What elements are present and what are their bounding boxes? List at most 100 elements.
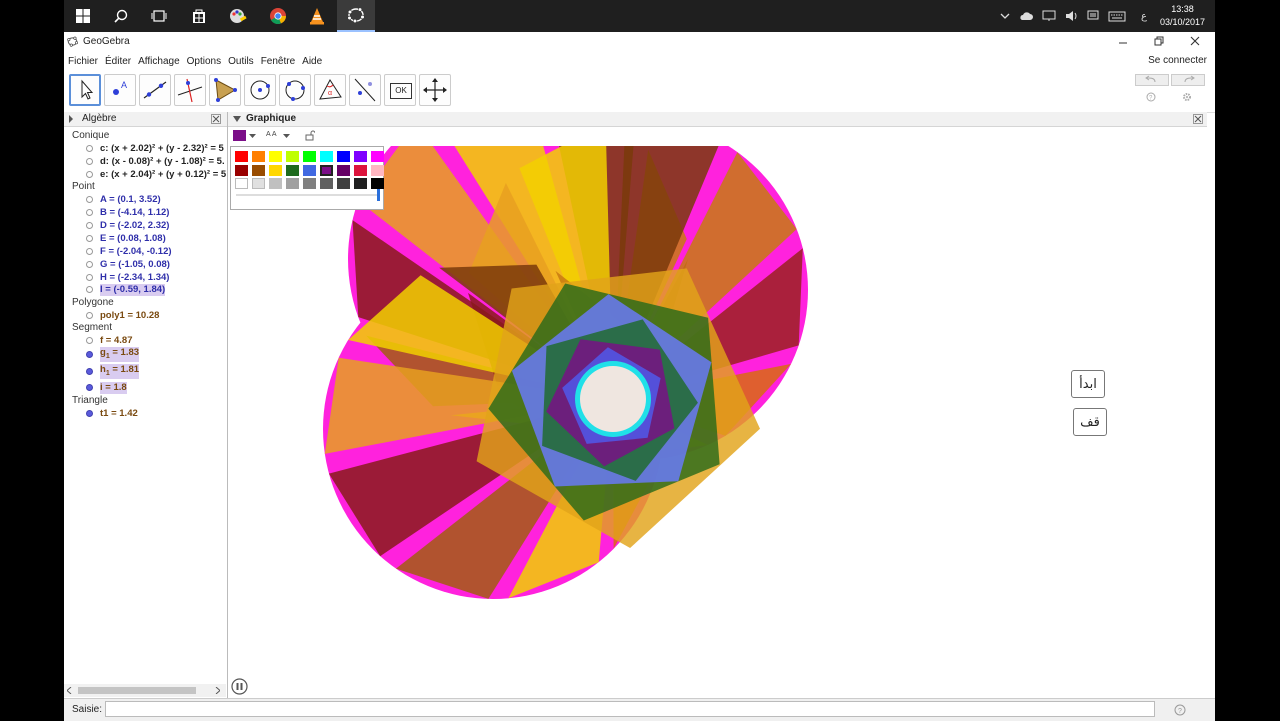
list-item-segment-g1[interactable]: g1 = 1.83 — [86, 347, 226, 362]
list-item-point-h[interactable]: H = (-2.34, 1.34) — [86, 272, 226, 284]
visibility-toggle[interactable] — [86, 384, 93, 391]
list-item-point-f[interactable]: F = (-2.04, -0.12) — [86, 246, 226, 258]
minimize-icon[interactable] — [1118, 38, 1128, 48]
visibility-toggle[interactable] — [86, 337, 93, 344]
list-item-triangle-t1[interactable]: t1 = 1.42 — [86, 408, 226, 420]
cloud-icon[interactable] — [1019, 11, 1033, 21]
list-item-point-b[interactable]: B = (-4.14, 1.12) — [86, 207, 226, 219]
category-conique[interactable]: Conique — [72, 130, 109, 141]
paint-app-icon[interactable] — [219, 0, 257, 32]
list-item-conic-e[interactable]: e: (x + 2.04)² + (y + 0.12)² = 5 — [86, 169, 226, 181]
settings-gear-icon[interactable] — [1182, 92, 1192, 102]
search-icon[interactable] — [102, 0, 140, 32]
color-swatch[interactable] — [320, 164, 333, 176]
color-swatch[interactable] — [252, 178, 265, 189]
list-item-point-g[interactable]: G = (-1.05, 0.08) — [86, 259, 226, 271]
color-swatch[interactable] — [269, 164, 282, 176]
color-swatch[interactable] — [371, 151, 384, 162]
tool-slider[interactable]: OK — [384, 74, 416, 106]
visibility-toggle[interactable] — [86, 235, 93, 242]
category-segment[interactable]: Segment — [72, 322, 112, 333]
close-panel-icon[interactable] — [211, 114, 221, 124]
menu-outils[interactable]: Outils — [228, 56, 254, 67]
stop-animation-button[interactable]: قف — [1073, 408, 1107, 436]
input-help-icon[interactable]: ? — [1174, 704, 1186, 716]
list-item-segment-i[interactable]: i = 1.8 — [86, 382, 226, 394]
color-swatch[interactable] — [354, 151, 367, 162]
color-swatch[interactable] — [269, 178, 282, 189]
list-item-point-e[interactable]: E = (0.08, 1.08) — [86, 233, 226, 245]
menu-options[interactable]: Options — [187, 56, 221, 67]
color-swatch[interactable] — [252, 164, 265, 176]
help-icon[interactable]: ? — [1146, 92, 1156, 102]
color-swatch[interactable] — [252, 151, 265, 162]
list-item-conic-c[interactable]: c: (x + 2.02)² + (y - 2.32)² = 5 — [86, 143, 226, 155]
windows-start-icon[interactable] — [64, 0, 102, 32]
undo-icon[interactable] — [1135, 74, 1169, 86]
store-icon[interactable] — [180, 0, 218, 32]
list-item-point-a[interactable]: A = (0.1, 3.52) — [86, 194, 226, 206]
tool-reflect[interactable] — [349, 74, 381, 106]
menu-aide[interactable]: Aide — [302, 56, 322, 67]
list-item-conic-d[interactable]: d: (x - 0.08)² + (y - 1.08)² = 5. — [86, 156, 226, 168]
list-item-segment-h1[interactable]: h1 = 1.81 — [86, 364, 226, 379]
tool-move-view[interactable] — [419, 74, 451, 106]
notification-icon[interactable] — [1087, 10, 1099, 22]
visibility-toggle[interactable] — [86, 196, 93, 203]
chrome-icon[interactable] — [259, 0, 297, 32]
color-swatch[interactable] — [337, 151, 350, 162]
redo-icon[interactable] — [1171, 74, 1205, 86]
visibility-toggle[interactable] — [86, 274, 93, 281]
network-icon[interactable] — [1042, 10, 1056, 22]
start-animation-button[interactable]: ابدأ — [1071, 370, 1105, 398]
visibility-toggle[interactable] — [86, 222, 93, 229]
keyboard-icon[interactable] — [1108, 11, 1126, 22]
color-swatch[interactable] — [235, 164, 248, 176]
list-item-poly1[interactable]: poly1 = 10.28 — [86, 310, 226, 322]
dropdown-arrow-icon[interactable] — [249, 134, 256, 138]
tool-line[interactable] — [139, 74, 171, 106]
visibility-toggle[interactable] — [86, 171, 93, 178]
visibility-toggle[interactable] — [86, 410, 93, 417]
color-swatch[interactable] — [286, 164, 299, 176]
lock-open-icon[interactable] — [305, 130, 315, 141]
color-swatch[interactable] — [354, 164, 367, 176]
color-swatch[interactable] — [303, 164, 316, 176]
visibility-toggle[interactable] — [86, 368, 93, 375]
color-swatch[interactable] — [320, 151, 333, 162]
color-swatch[interactable] — [303, 151, 316, 162]
input-field[interactable] — [105, 701, 1155, 717]
category-polygone[interactable]: Polygone — [72, 297, 114, 308]
visibility-toggle[interactable] — [86, 209, 93, 216]
collapse-triangle-icon[interactable] — [68, 115, 74, 123]
tool-move[interactable] — [69, 74, 101, 106]
color-swatch[interactable] — [235, 178, 248, 189]
tool-perpendicular[interactable] — [174, 74, 206, 106]
tool-point[interactable]: A — [104, 74, 136, 106]
close-window-icon[interactable] — [1190, 36, 1200, 46]
graphics-canvas[interactable] — [228, 146, 1207, 698]
visibility-toggle[interactable] — [86, 145, 93, 152]
restore-icon[interactable] — [1154, 36, 1164, 46]
keyboard-language-indicator[interactable]: ع — [1141, 11, 1147, 22]
tool-angle[interactable]: α — [314, 74, 346, 106]
task-view-icon[interactable] — [140, 0, 178, 32]
horizontal-scrollbar[interactable] — [64, 684, 226, 697]
category-point[interactable]: Point — [72, 181, 95, 192]
login-link[interactable]: Se connecter — [1148, 55, 1207, 66]
tool-circle-center[interactable] — [244, 74, 276, 106]
color-swatch[interactable] — [371, 164, 384, 176]
color-swatch[interactable] — [269, 151, 282, 162]
tool-polygon[interactable] — [209, 74, 241, 106]
opacity-slider-thumb[interactable] — [377, 189, 380, 201]
text-size-button[interactable]: A A — [266, 131, 277, 138]
list-item-point-d[interactable]: D = (-2.02, 2.32) — [86, 220, 226, 232]
visibility-toggle[interactable] — [86, 261, 93, 268]
list-item-point-i[interactable]: I = (-0.59, 1.84) — [86, 284, 226, 296]
category-triangle[interactable]: Triangle — [72, 395, 108, 406]
close-panel-icon[interactable] — [1193, 114, 1203, 124]
color-swatch[interactable] — [303, 178, 316, 189]
scroll-right-icon[interactable] — [215, 687, 220, 694]
color-swatch[interactable] — [337, 178, 350, 189]
menu-editer[interactable]: Éditer — [105, 56, 131, 67]
